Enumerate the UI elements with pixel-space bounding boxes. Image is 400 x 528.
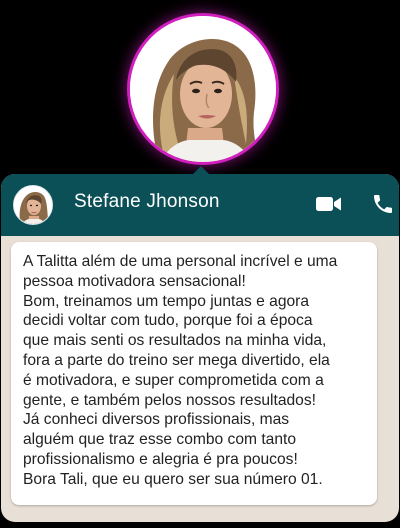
- message-line: profissionalismo e alegria é pra poucos!: [23, 450, 298, 468]
- message-line: gente, e também pelos nossos resultados!: [23, 391, 316, 409]
- video-call-button[interactable]: [315, 193, 343, 215]
- message-line: Já conheci diversos profissionais, mas: [23, 411, 290, 429]
- profile-photo: [130, 16, 276, 162]
- message-line: Bom, treinamos um tempo juntas e agora: [23, 292, 310, 310]
- voice-call-button[interactable]: [371, 192, 395, 216]
- phone-icon: [374, 195, 392, 213]
- chat-card: Stefane Jhonson A Talitta além de uma pe…: [1, 174, 399, 522]
- message-line: é motivadora, e super comprometida com a: [23, 371, 324, 389]
- message-bubble: A Talitta além de uma personal incrível …: [11, 242, 377, 505]
- message-line: decidi voltar com tudo, porque foi a épo…: [23, 312, 313, 330]
- message-line: Bora Tali, que eu quero ser sua número 0…: [23, 470, 323, 488]
- message-line: A Talitta além de uma personal incrível …: [23, 253, 338, 270]
- message-line: que mais senti os resultados na minha vi…: [23, 332, 327, 350]
- message-line: fora a parte do treino ser mega divertid…: [23, 351, 330, 369]
- video-camera-icon: [316, 197, 341, 211]
- chat-header: Stefane Jhonson: [1, 174, 399, 236]
- contact-avatar[interactable]: [13, 185, 53, 225]
- message-line: pessoa motivadora sensacional!: [23, 272, 246, 290]
- testimonial-screen: Stefane Jhonson A Talitta além de uma pe…: [0, 0, 400, 528]
- contact-name[interactable]: Stefane Jhonson: [74, 191, 220, 213]
- message-line: alguém que traz esse combo com tanto: [23, 431, 297, 449]
